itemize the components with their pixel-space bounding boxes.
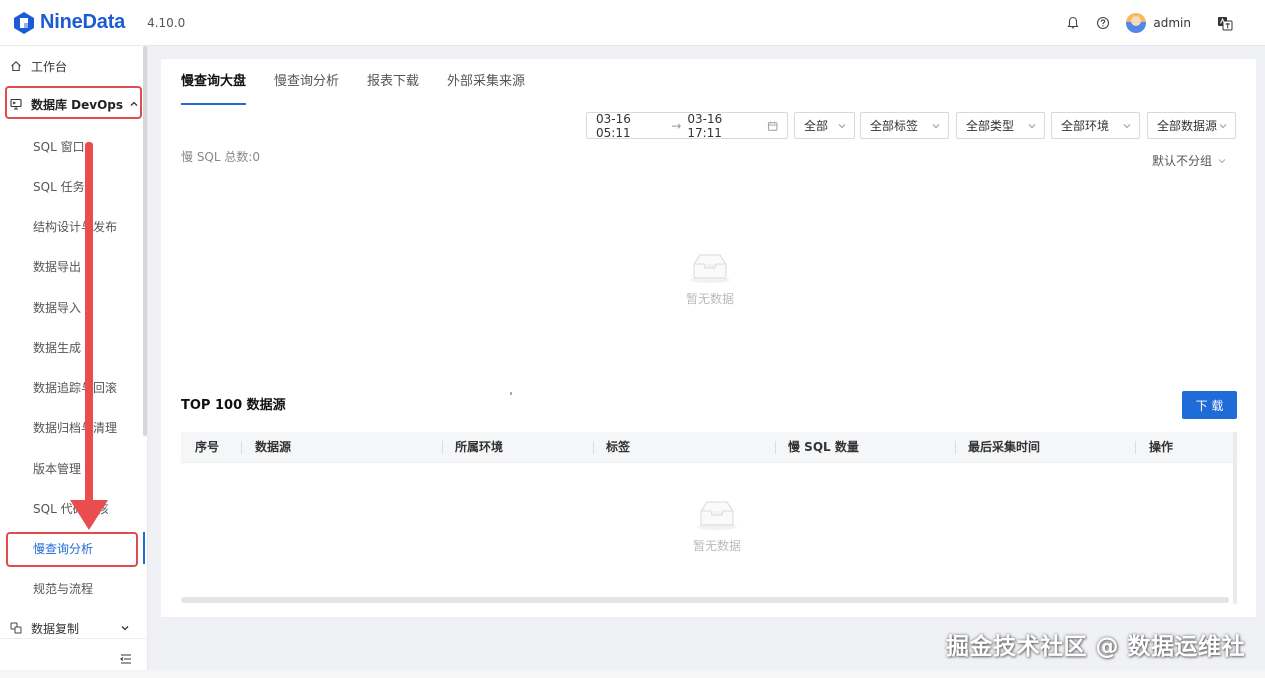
bell-icon[interactable] [1066, 16, 1080, 30]
tab-external-source[interactable]: 外部采集来源 [447, 59, 525, 105]
column-divider [442, 441, 443, 454]
tab-bar: 慢查询大盘 慢查询分析 报表下载 外部采集来源 [181, 59, 553, 105]
empty-state-chart: 暂无数据 [680, 252, 740, 307]
filter-env-select[interactable]: 全部环境 [1051, 112, 1140, 139]
column-header-tags: 标签 [606, 440, 631, 454]
chevron-down-icon [838, 124, 846, 129]
chevron-down-icon [121, 626, 129, 631]
sidebar-item-sql-task[interactable]: SQL 任务 [0, 166, 142, 206]
tab-report-download[interactable]: 报表下载 [367, 59, 419, 105]
column-header-index: 序号 [195, 440, 220, 454]
chevron-down-icon [1123, 124, 1131, 129]
main-panel: 慢查询大盘 慢查询分析 报表下载 外部采集来源 03-16 05:11 → 03… [161, 59, 1256, 617]
annotation-arrow-shaft [85, 142, 93, 512]
empty-text: 暂无数据 [685, 292, 734, 306]
chevron-down-icon [1218, 158, 1226, 163]
table-horizontal-scrollbar[interactable] [181, 597, 1229, 603]
filter-source-select[interactable]: 全部数据源 [1147, 112, 1236, 139]
download-button[interactable]: 下 载 [1182, 391, 1237, 419]
sidebar-item-schema-design[interactable]: 结构设计与发布 [0, 206, 142, 246]
grouping-select[interactable]: 默认不分组 [1152, 152, 1226, 169]
user-avatar[interactable] [1126, 13, 1147, 33]
table-vertical-scrollbar[interactable] [1233, 432, 1237, 604]
range-arrow-icon: → [671, 118, 682, 133]
slow-sql-total: 慢 SQL 总数:0 [181, 150, 261, 164]
column-header-actions: 操作 [1149, 440, 1174, 454]
filter-tags-select[interactable]: 全部标签 [860, 112, 949, 139]
column-divider [775, 441, 776, 454]
chevron-down-icon [1028, 124, 1036, 129]
column-divider [1135, 441, 1136, 454]
sidebar-item-data-tracking[interactable]: 数据追踪与回滚 [0, 367, 142, 407]
date-range-picker[interactable]: 03-16 05:11 → 03-16 17:11 [586, 112, 788, 140]
empty-box-icon [697, 501, 737, 530]
collapse-menu-icon[interactable] [120, 653, 132, 665]
bottom-strip [0, 670, 1265, 678]
column-header-slow-count: 慢 SQL 数量 [788, 440, 859, 454]
column-header-last-collected: 最后采集时间 [968, 440, 1041, 454]
app-name: NineData [40, 11, 126, 33]
tab-slow-query-dashboard[interactable]: 慢查询大盘 [181, 59, 247, 105]
chevron-down-icon [932, 124, 940, 129]
sidebar-item-workbench[interactable]: 工作台 [0, 46, 142, 86]
language-switch-icon[interactable] [1217, 15, 1233, 31]
chevron-down-icon [1219, 124, 1227, 129]
calendar-icon [767, 121, 778, 131]
column-divider [955, 441, 956, 454]
annotation-arrow-head [70, 500, 108, 530]
annotation-box-devops [5, 86, 142, 119]
column-divider [241, 441, 242, 454]
top-sources-title: TOP 100 数据源 [181, 398, 286, 413]
sidebar-group-label: 数据复制 [31, 621, 80, 636]
username[interactable]: admin [1153, 16, 1191, 30]
sidebar-item-data-generation[interactable]: 数据生成 [0, 327, 142, 367]
sidebar-item-data-import[interactable]: 数据导入 [0, 287, 142, 327]
sidebar-scrollbar[interactable] [143, 46, 147, 436]
watermark: 掘金技术社区 @ 数据运维社 [945, 634, 1245, 660]
empty-box-icon [690, 254, 730, 283]
help-icon[interactable] [1096, 16, 1110, 30]
filter-all-select[interactable]: 全部 [794, 112, 855, 139]
sidebar-item-label: 工作台 [31, 59, 68, 74]
home-icon [11, 61, 21, 72]
range-end[interactable]: 03-16 17:11 [687, 112, 756, 140]
column-header-source: 数据源 [255, 440, 292, 454]
empty-text: 暂无数据 [692, 539, 741, 553]
sidebar-item-data-export[interactable]: 数据导出 [0, 246, 142, 286]
sidebar-item-sql-window[interactable]: SQL 窗口 [0, 126, 142, 166]
replication-icon [10, 622, 22, 634]
empty-state-table: 暂无数据 [687, 499, 747, 554]
app-version: 4.10.0 [147, 15, 186, 30]
top-bar: NineData 4.10.0 admin [0, 0, 1265, 46]
sidebar-item-data-archive[interactable]: 数据归档与清理 [0, 407, 142, 447]
sidebar-item-version-management[interactable]: 版本管理 [0, 448, 142, 488]
sidebar-item-standards[interactable]: 规范与流程 [0, 568, 142, 608]
filter-types-select[interactable]: 全部类型 [956, 112, 1045, 139]
column-divider [593, 441, 594, 454]
tab-slow-query-analysis[interactable]: 慢查询分析 [274, 59, 339, 105]
stray-mark [510, 392, 512, 395]
annotation-box-slow-query [6, 532, 138, 567]
active-indicator [143, 532, 145, 564]
app-logo[interactable]: NineData [12, 11, 125, 35]
range-start[interactable]: 03-16 05:11 [596, 112, 665, 140]
sidebar: 工作台 数据库 DevOps SQL 窗口 SQL 任务 结构设计与发布 数据导… [0, 46, 148, 678]
column-header-env: 所属环境 [455, 440, 504, 454]
ninedata-logo-icon [14, 11, 34, 34]
table-header: 序号 数据源 所属环境 标签 慢 SQL 数量 最后采集时间 操作 [181, 432, 1236, 463]
